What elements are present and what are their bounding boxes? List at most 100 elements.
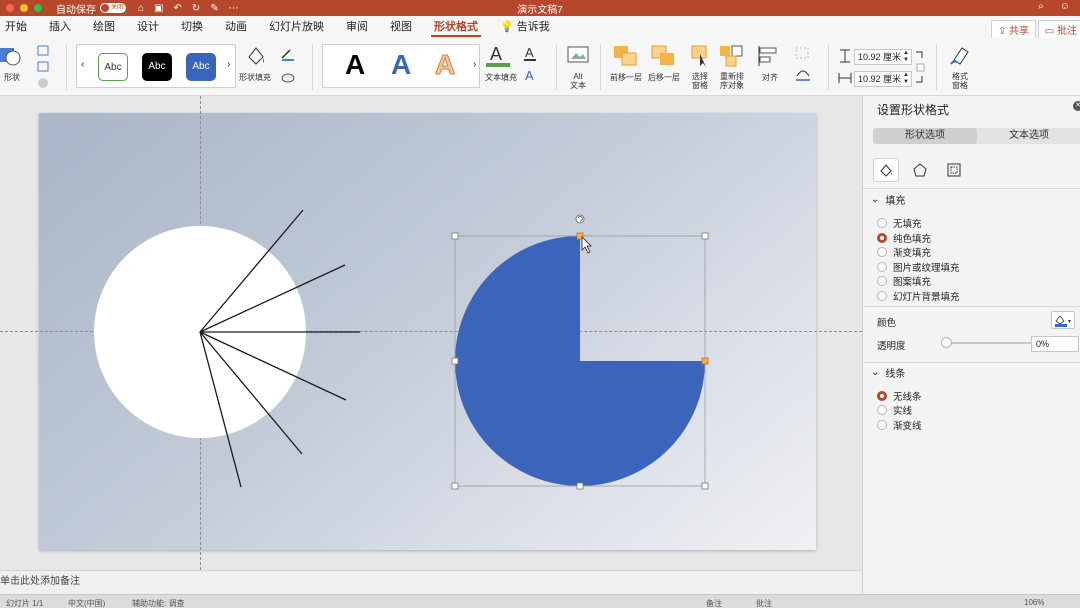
shape-fill-icon[interactable] — [244, 44, 270, 66]
selection-pane-icon[interactable] — [688, 44, 712, 68]
radio-button[interactable] — [877, 247, 887, 257]
shape-outline-icons[interactable] — [280, 46, 306, 86]
home-icon[interactable]: ⌂ — [138, 3, 144, 14]
fill-color-picker[interactable]: ▾ — [1051, 311, 1075, 329]
more-icon[interactable]: ⋯ — [229, 3, 239, 14]
radio-button[interactable] — [877, 420, 887, 430]
line-option-solid[interactable]: 实线 — [877, 403, 912, 417]
width-stepper[interactable]: ▲ ▼ — [903, 72, 909, 86]
effects-icon[interactable] — [907, 158, 933, 182]
edit-shape-icons[interactable] — [36, 44, 58, 94]
notes-toggle-button[interactable]: 备注 — [706, 598, 722, 608]
tab-animations[interactable]: 动画 — [214, 16, 258, 38]
tab-review[interactable]: 审阅 — [335, 16, 379, 38]
resize-handle[interactable] — [451, 482, 459, 490]
wordart-style-3[interactable]: A — [434, 49, 455, 81]
adjust-handle[interactable] — [701, 357, 709, 365]
text-fill-icon[interactable]: A — [486, 42, 512, 70]
shape-style-2[interactable]: Abc — [142, 53, 172, 81]
autosave-toggle[interactable]: 关闭 — [100, 3, 126, 13]
send-backward-icon[interactable] — [650, 44, 678, 68]
tab-transitions[interactable]: 切换 — [170, 16, 214, 38]
format-pane-icon[interactable] — [948, 42, 972, 68]
line-option-gradient[interactable]: 渐变线 — [877, 418, 922, 432]
zoom-window-button[interactable] — [34, 4, 42, 12]
accessibility-status[interactable]: 辅助功能: 调查 — [132, 598, 184, 608]
tab-draw[interactable]: 绘图 — [82, 16, 126, 38]
radio-button[interactable] — [877, 291, 887, 301]
radio-button-selected[interactable] — [877, 391, 887, 401]
radio-button[interactable] — [877, 218, 887, 228]
close-icon[interactable]: ✕ — [1073, 101, 1080, 111]
tab-view[interactable]: 视图 — [379, 16, 423, 38]
alt-text-icon[interactable] — [566, 44, 590, 66]
save-icon[interactable]: ▣ — [154, 3, 163, 14]
text-outline-icons[interactable]: A A — [522, 44, 548, 88]
line-option-none[interactable]: 无线条 — [877, 389, 922, 403]
comment-button[interactable]: ▭ 批注 — [1037, 20, 1080, 39]
radio-button[interactable] — [877, 405, 887, 415]
wordart-style-1[interactable]: A — [345, 49, 365, 81]
resize-handle[interactable] — [701, 232, 709, 240]
language-indicator[interactable]: 中文(中国) — [68, 598, 105, 608]
tab-tell-me[interactable]: 💡 告诉我 — [489, 16, 561, 38]
wordart-style-2[interactable]: A — [391, 49, 411, 81]
tab-home[interactable]: 开始 — [0, 16, 38, 38]
size-properties-icon[interactable] — [941, 158, 967, 182]
notes-pane[interactable]: 单击此处添加备注 — [0, 570, 862, 594]
radio-button[interactable] — [877, 262, 887, 272]
edit-icon[interactable]: ✎ — [210, 3, 218, 14]
close-window-button[interactable] — [6, 4, 14, 12]
transparency-slider-handle[interactable] — [941, 337, 952, 348]
radio-button-selected[interactable] — [877, 233, 887, 243]
resize-handle[interactable] — [701, 482, 709, 490]
minimize-window-button[interactable] — [20, 4, 28, 12]
height-input[interactable]: 10.92 厘米 ▲ ▼ — [854, 49, 912, 65]
transparency-slider-track[interactable] — [943, 342, 1033, 344]
fill-option-none[interactable]: 无填充 — [877, 216, 922, 230]
reorder-objects-icon[interactable] — [718, 44, 746, 68]
redo-icon[interactable]: ↻ — [192, 3, 200, 14]
share-button[interactable]: ⇪ 共享 — [990, 20, 1036, 39]
line-section-header[interactable]: ⌄ 线条 — [871, 365, 905, 380]
shape-style-1[interactable]: Abc — [98, 53, 128, 81]
align-icon[interactable] — [756, 44, 782, 68]
account-icon[interactable]: ☺ — [1060, 1, 1070, 12]
shape-style-3[interactable]: Abc — [186, 53, 216, 81]
fill-line-icon[interactable] — [873, 158, 899, 182]
tab-slideshow[interactable]: 幻灯片放映 — [258, 16, 335, 38]
blue-pie-shape[interactable] — [455, 236, 705, 486]
fill-option-slide-background[interactable]: 幻灯片背景填充 — [877, 289, 960, 303]
rotate-handle-icon[interactable] — [575, 214, 585, 224]
fill-option-gradient[interactable]: 渐变填充 — [877, 245, 931, 259]
fill-option-picture[interactable]: 图片或纹理填充 — [877, 260, 960, 274]
tab-design[interactable]: 设计 — [126, 16, 170, 38]
height-stepper[interactable]: ▲ ▼ — [903, 50, 909, 64]
resize-handle[interactable] — [451, 232, 459, 240]
gallery-next-icon[interactable]: › — [227, 59, 230, 70]
group-rotate-icons[interactable] — [794, 46, 820, 86]
fill-option-pattern[interactable]: 图案填充 — [877, 274, 931, 288]
slide-canvas-area[interactable] — [0, 96, 862, 570]
transparency-input[interactable]: 0% — [1031, 336, 1079, 352]
adjust-handles[interactable] — [576, 232, 709, 365]
bring-forward-icon[interactable] — [612, 44, 640, 68]
width-input[interactable]: 10.92 厘米 ▲ ▼ — [854, 71, 912, 87]
resize-handle[interactable] — [451, 357, 459, 365]
wordart-next-icon[interactable]: › — [473, 59, 476, 70]
tab-shape-options[interactable]: 形状选项 — [873, 128, 977, 144]
gallery-prev-icon[interactable]: ‹ — [81, 59, 84, 70]
undo-icon[interactable]: ↶ — [174, 3, 182, 14]
tab-insert[interactable]: 插入 — [38, 16, 82, 38]
shapes-icon[interactable] — [0, 44, 24, 68]
lock-aspect-icon[interactable] — [914, 50, 928, 86]
search-icon[interactable]: ⌕ — [1038, 1, 1044, 12]
zoom-level[interactable]: 106% — [1024, 598, 1044, 607]
fill-option-solid[interactable]: 纯色填充 — [877, 231, 931, 245]
fill-section-header[interactable]: ⌄ 填充 — [871, 192, 905, 207]
tab-shape-format[interactable]: 形状格式 — [423, 16, 489, 38]
tab-text-options[interactable]: 文本选项 — [977, 128, 1080, 144]
radio-button[interactable] — [877, 276, 887, 286]
comments-toggle-button[interactable]: 批注 — [756, 598, 772, 608]
resize-handle[interactable] — [576, 482, 584, 490]
